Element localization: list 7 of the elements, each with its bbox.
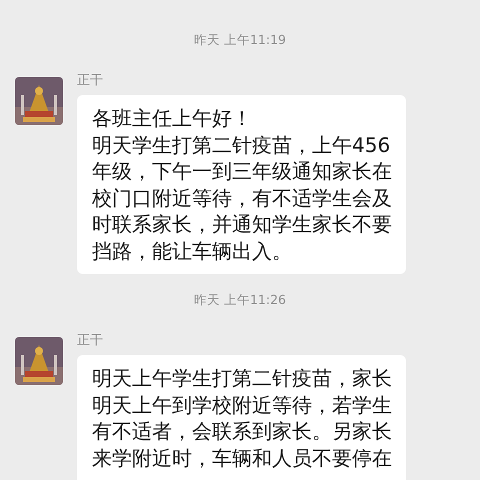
- sender-name: 正干: [77, 332, 104, 349]
- sender-name: 正干: [77, 72, 104, 89]
- message-text: 明天学生打第二针疫苗，上午456年级，下午一到三年级通知家长在校门口附近等待，有不适学生会及时联系家长，并通知学生家长不要挡路，能让车辆出入。: [92, 132, 392, 264]
- message-text: 各班主任上午好！: [92, 105, 253, 132]
- message-text: 明天上午学生打第二针疫苗，家长明天上午到学校附近等待，若学生有不适者，会联系到家长。另家长来学附近时，车辆和人员不要停在: [92, 365, 392, 471]
- timestamp: 昨天 上午11:26: [193, 292, 287, 309]
- timestamp: 昨天 上午11:19: [193, 32, 287, 49]
